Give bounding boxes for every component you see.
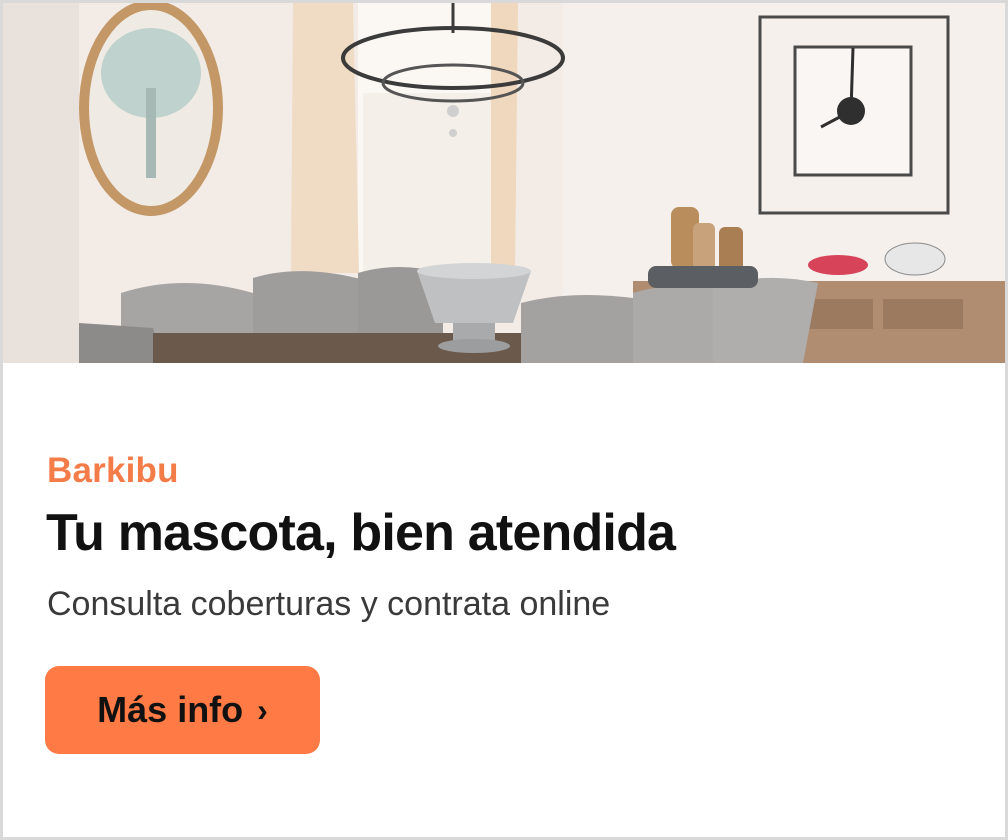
ad-card[interactable]: Barkibu Tu mascota, bien atendida Consul… [0, 0, 1008, 840]
hero-image[interactable] [3, 3, 1005, 363]
subheadline: Consulta coberturas y contrata online [47, 585, 611, 623]
brand-name: Barkibu [47, 451, 179, 490]
chevron-right-icon: › [257, 691, 268, 728]
more-info-button-label: Más info [97, 689, 244, 730]
headline: Tu mascota, bien atendida [46, 504, 676, 562]
more-info-button[interactable]: Más info › [45, 666, 320, 754]
